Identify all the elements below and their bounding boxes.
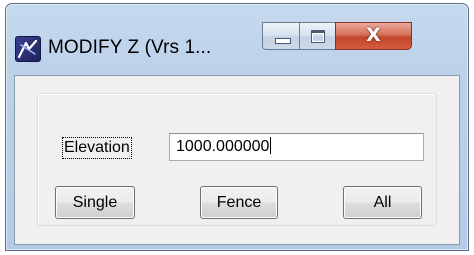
elevation-input[interactable]: 1000.000000 bbox=[169, 133, 424, 161]
close-button[interactable]: X bbox=[335, 22, 412, 50]
single-button[interactable]: Single bbox=[55, 186, 135, 219]
dialog-client-area: Elevation 1000.000000 Single Fence All bbox=[14, 75, 460, 245]
app-logo-icon[interactable] bbox=[15, 36, 41, 62]
text-caret bbox=[270, 137, 272, 154]
fence-button[interactable]: Fence bbox=[200, 186, 278, 219]
elevation-label[interactable]: Elevation bbox=[62, 137, 132, 159]
elevation-value: 1000.000000 bbox=[176, 138, 270, 155]
group-box: Elevation 1000.000000 Single Fence All bbox=[37, 93, 437, 226]
maximize-button[interactable] bbox=[299, 22, 336, 50]
dialog-window: MODIFY Z (Vrs 1... X Elevation 1000.0000… bbox=[5, 3, 469, 251]
maximize-icon bbox=[311, 30, 325, 43]
minimize-icon bbox=[275, 38, 291, 44]
window-title: MODIFY Z (Vrs 1... bbox=[48, 37, 212, 58]
close-icon: X bbox=[366, 24, 381, 46]
title-bar[interactable]: MODIFY Z (Vrs 1... X bbox=[6, 4, 468, 76]
minimize-button[interactable] bbox=[262, 22, 300, 50]
all-button[interactable]: All bbox=[343, 186, 422, 219]
